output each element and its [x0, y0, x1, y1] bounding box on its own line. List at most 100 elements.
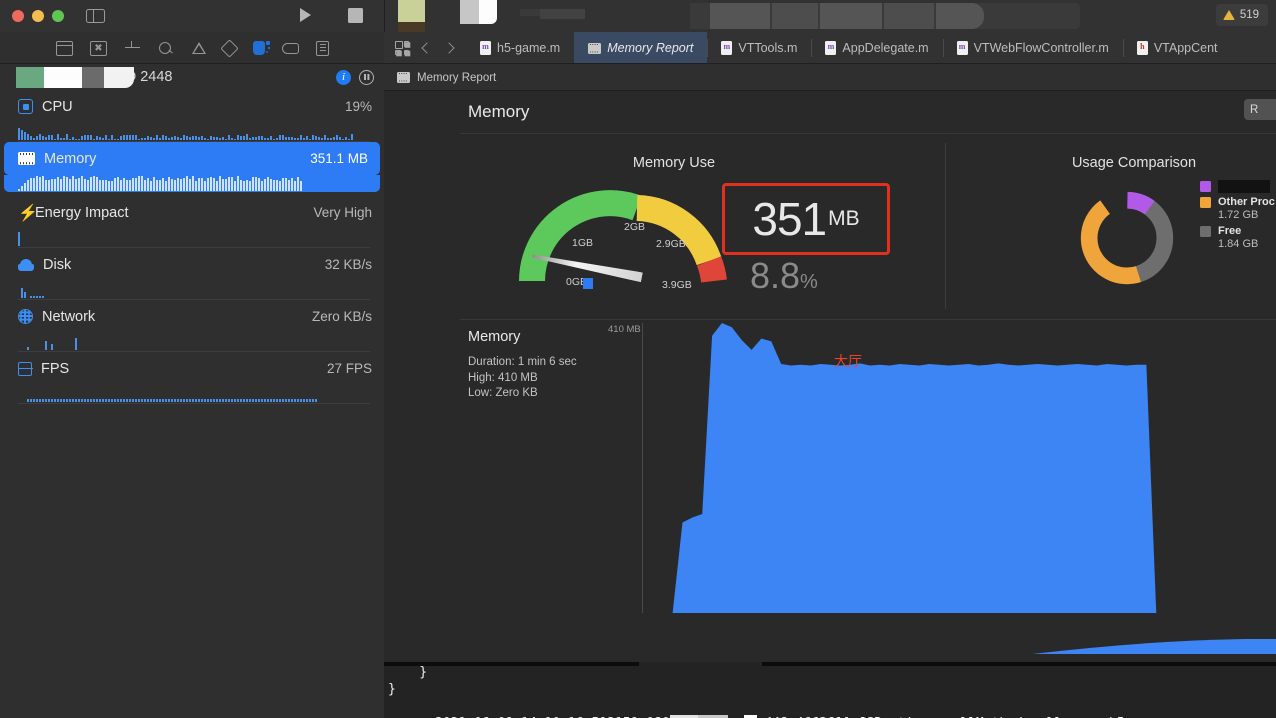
- traffic-lights: [12, 10, 64, 22]
- redaction-block: [460, 0, 479, 24]
- network-sparkline: [18, 333, 370, 352]
- navigator-selector-bar: ✖: [0, 32, 384, 64]
- disk-sparkline: [18, 281, 370, 300]
- stop-button[interactable]: [348, 8, 363, 23]
- redaction-block: [762, 662, 1276, 666]
- close-button[interactable]: [12, 10, 24, 22]
- report-header-button[interactable]: R: [1244, 99, 1276, 120]
- info-icon[interactable]: i: [336, 69, 351, 85]
- memory-percent-symbol: %: [800, 271, 818, 293]
- report-icon: [588, 42, 602, 54]
- memory-value-callout: 351 MB: [722, 183, 890, 255]
- objc-file-icon: [480, 41, 491, 55]
- titlebar-divider: [384, 0, 385, 32]
- project-navigator-icon[interactable]: [55, 40, 74, 56]
- objc-file-icon: [825, 41, 837, 55]
- back-icon[interactable]: [421, 42, 433, 54]
- sidebar-item-energy-impact[interactable]: Energy Impact Very High: [0, 196, 384, 229]
- tab-overview-icon[interactable]: [395, 41, 409, 55]
- minimize-button[interactable]: [32, 10, 44, 22]
- find-navigator-icon[interactable]: [158, 41, 175, 56]
- test-navigator-icon[interactable]: [220, 38, 239, 58]
- redaction-block: [884, 3, 934, 29]
- sidebar-item-network[interactable]: Network Zero KB/s: [0, 300, 384, 333]
- sidebar-item-label: FPS: [41, 360, 70, 377]
- usage-comparison-legend: 351.1 MB Other Proc 1.72 GB Free 1.84 GB: [1200, 179, 1275, 254]
- gauge-tick-3: 2.9GB: [656, 238, 686, 250]
- panel-divider-graph: [460, 319, 1276, 320]
- sidebar-item-value: 32 KB/s: [324, 257, 372, 272]
- legend-item: Free 1.84 GB: [1200, 225, 1275, 250]
- gauge-tick-2: 2GB: [624, 221, 646, 233]
- graph-duration: Duration: 1 min 6 sec: [468, 356, 577, 368]
- objc-file-icon: [956, 41, 968, 55]
- source-control-navigator-icon[interactable]: ✖: [90, 40, 107, 56]
- report-header: Memory R: [384, 91, 1276, 133]
- fps-icon: [17, 361, 33, 376]
- graph-low: Low: Zero KB: [468, 387, 538, 399]
- debug-navigator[interactable]: PID 2448 i CPU 19% Memory 351.1 MB Energ…: [0, 64, 384, 718]
- header-file-icon: [1136, 41, 1148, 55]
- gauge-tick-1: 1GB: [572, 237, 594, 249]
- warning-status-badge[interactable]: 519: [1215, 4, 1268, 26]
- sidebar-item-value: Zero KB/s: [311, 309, 372, 324]
- process-row[interactable]: PID 2448 i: [0, 64, 384, 90]
- run-button[interactable]: [300, 8, 311, 22]
- energy-sparkline: [18, 229, 370, 248]
- tab-h5-game[interactable]: h5-game.m: [466, 32, 574, 64]
- tab-appdelegate[interactable]: AppDelegate.m: [811, 32, 942, 64]
- memory-percent-value: 8.8: [750, 255, 801, 296]
- memory-usage-chart: [643, 323, 1176, 613]
- title-bar: 519: [0, 0, 1276, 32]
- sidebar-item-memory[interactable]: Memory 351.1 MB: [4, 142, 380, 175]
- xcode-window: 519 ✖ PID 2448 i CPU 19% Memory 351.1 MB…: [0, 0, 1276, 718]
- tab-label: VTAppCent: [1153, 41, 1218, 55]
- tab-vtwebflowcontroller[interactable]: VTWebFlowController.m: [942, 32, 1123, 64]
- memory-report: Memory R Memory Use 0GB 1GB 2GB 2.9GB 3.…: [384, 91, 1276, 654]
- legend-value: 1.72 GB: [1218, 209, 1259, 221]
- sidebar-item-fps[interactable]: FPS 27 FPS: [0, 352, 384, 385]
- tab-vttools[interactable]: VTTools.m: [707, 32, 811, 64]
- breadcrumb-label: Memory Report: [417, 71, 497, 84]
- memory-icon: [18, 152, 35, 165]
- cpu-sparkline: [18, 123, 370, 142]
- editor-area: h5-game.m Memory Report VTTools.m AppDel…: [384, 32, 1276, 718]
- redaction-block: [540, 9, 585, 19]
- graph-title: Memory: [468, 329, 521, 345]
- tab-memory-report[interactable]: Memory Report: [574, 32, 708, 64]
- sidebar-item-label: Memory: [44, 150, 97, 167]
- console-output[interactable]: } } 2021-06-09 14:10:16.512159+080.448:4…: [384, 662, 1276, 718]
- pause-process-icon[interactable]: [359, 69, 374, 85]
- redaction-block: [710, 3, 770, 29]
- symbol-navigator-icon[interactable]: [124, 40, 141, 56]
- zoom-button[interactable]: [52, 10, 64, 22]
- issue-navigator-icon[interactable]: [192, 41, 206, 55]
- sidebar-item-disk[interactable]: Disk 32 KB/s: [0, 248, 384, 281]
- sidebar-item-label: Energy Impact: [35, 204, 129, 221]
- debug-navigator-icon[interactable]: [253, 41, 270, 55]
- console-line: }: [388, 665, 428, 680]
- tab-bar-controls: [384, 32, 466, 64]
- breadcrumb[interactable]: Memory Report: [384, 64, 1276, 91]
- graph-info: Memory Duration: 1 min 6 sec High: 410 M…: [468, 329, 577, 402]
- breakpoint-navigator-icon[interactable]: [282, 42, 299, 54]
- redaction-block: [398, 0, 425, 22]
- report-navigator-icon[interactable]: [316, 40, 329, 56]
- legend-item: 351.1 MB: [1200, 180, 1275, 193]
- redaction-block: [520, 9, 540, 16]
- gauge-marker: [583, 278, 593, 289]
- warning-triangle-icon: [1222, 10, 1235, 20]
- usage-comparison-donut: [1077, 188, 1177, 288]
- tab-vtappcenter[interactable]: VTAppCent: [1122, 32, 1232, 64]
- chart-annotation: 大厅: [834, 353, 862, 369]
- redaction-block: [690, 3, 702, 29]
- sidebar-item-label: CPU: [42, 98, 73, 115]
- legend-item: Other Proc 1.72 GB: [1200, 196, 1275, 221]
- forward-icon[interactable]: [443, 42, 455, 54]
- redaction-block: [479, 0, 497, 24]
- graph-axis-max-label: 410 MB: [608, 324, 641, 335]
- sidebar-item-cpu[interactable]: CPU 19%: [0, 90, 384, 123]
- toggle-navigator-icon[interactable]: [86, 8, 105, 24]
- legend-value: 1.84 GB: [1218, 238, 1259, 250]
- cpu-icon: [18, 99, 33, 114]
